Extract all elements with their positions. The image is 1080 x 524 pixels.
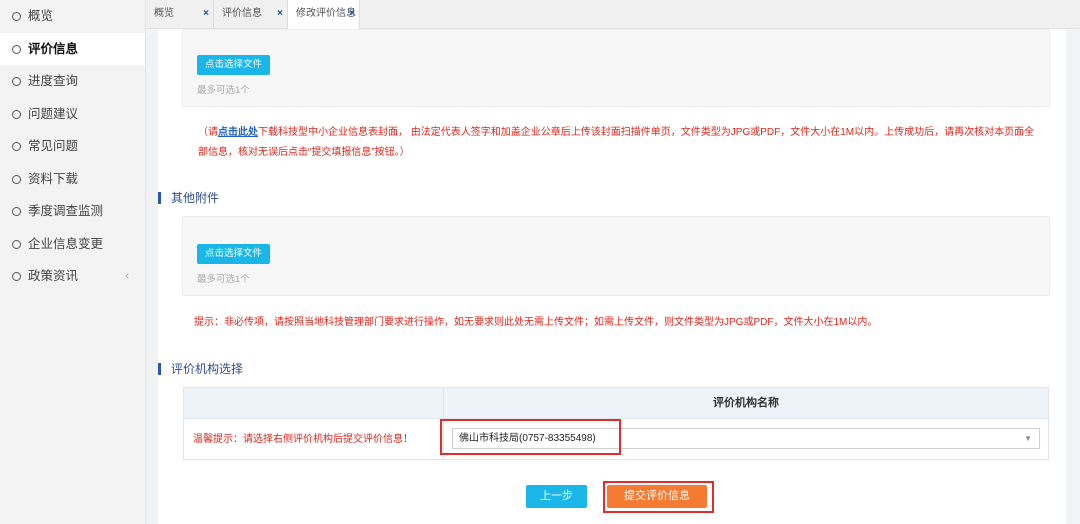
tab-label: 评价信息 <box>222 8 262 19</box>
tab-edit-evaluation-info[interactable]: 修改评价信息 × <box>288 0 360 29</box>
section-title-text: 评价机构选择 <box>171 362 244 376</box>
circle-icon <box>12 142 21 151</box>
circle-icon <box>12 272 21 281</box>
sidebar-item-quarterly-survey[interactable]: 季度调查监测 <box>0 195 145 228</box>
highlight-box-submit <box>603 481 714 513</box>
highlight-box-org-select <box>440 419 621 455</box>
close-icon[interactable]: × <box>203 0 209 28</box>
sidebar-item-faq[interactable]: 常见问题 <box>0 130 145 163</box>
tab-bar: 概览 × 评价信息 × 修改评价信息 × <box>146 0 1080 29</box>
sidebar-item-label: 概览 <box>28 9 54 23</box>
choose-file-button[interactable]: 点击选择文件 <box>197 55 271 75</box>
circle-icon <box>12 239 21 249</box>
tab-label: 修改评价信息 <box>296 8 356 19</box>
sidebar-item-label: 问题建议 <box>28 106 79 121</box>
cover-upload-note: （请点击此处下载科技型中小企业信息表封面， 由法定代表人签字和加盖企业公章后上传… <box>198 123 1050 163</box>
section-title-org-selection: 评价机构选择 <box>158 360 243 377</box>
sidebar-item-evaluation-info[interactable]: 评价信息 <box>0 32 145 65</box>
section-marker <box>158 363 161 375</box>
table-header-cell <box>184 388 444 419</box>
file-limit-hint: 最多可选1个 <box>197 274 250 285</box>
previous-step-button[interactable]: 上一步 <box>526 485 587 508</box>
other-attachments-upload-box: 点击选择文件 最多可选1个 <box>182 216 1050 296</box>
sidebar-item-feedback[interactable]: 问题建议 <box>0 98 145 131</box>
note-prefix: （请 <box>198 127 218 138</box>
sidebar-item-label: 评价信息 <box>28 41 79 56</box>
circle-icon <box>12 12 21 21</box>
sidebar-item-progress-query[interactable]: 进度查询 <box>0 65 145 98</box>
close-icon[interactable]: × <box>349 0 355 28</box>
circle-icon <box>12 174 21 184</box>
choose-file-button[interactable]: 点击选择文件 <box>197 244 271 264</box>
section-title-other-attachments: 其他附件 <box>158 189 219 206</box>
other-attachments-note: 提示：非必传项，请按照当地科技管理部门要求进行操作，如无要求则此处无需上传文件；… <box>194 317 878 328</box>
sidebar-item-overview[interactable]: 概览 <box>0 0 145 33</box>
circle-icon <box>12 109 21 119</box>
download-cover-link[interactable]: 点击此处 <box>218 127 258 138</box>
sidebar-item-label: 资料下载 <box>28 171 79 186</box>
circle-icon <box>12 44 21 54</box>
tab-overview[interactable]: 概览 × <box>146 0 214 29</box>
main-content: 点击选择文件 最多可选1个 （请点击此处下载科技型中小企业信息表封面， 由法定代… <box>158 29 1066 524</box>
sidebar-item-company-info-change[interactable]: 企业信息变更 <box>0 228 145 261</box>
note-text-line2: 部信息，核对无误后点击“提交填报信息”按钮。） <box>198 147 410 158</box>
sidebar-item-label: 常见问题 <box>28 139 79 153</box>
section-title-text: 其他附件 <box>171 191 220 205</box>
sidebar-item-policy-news[interactable]: 政策资讯 ‹ <box>0 260 145 293</box>
cover-upload-box: 点击选择文件 最多可选1个 <box>182 29 1050 107</box>
tab-evaluation-info[interactable]: 评价信息 × <box>214 0 288 29</box>
chevron-left-icon[interactable]: ‹ <box>125 260 129 293</box>
sidebar: 概览 评价信息 进度查询 问题建议 常见问题 资料下载 季度调查监测 企业信息变… <box>0 0 146 524</box>
close-icon[interactable]: × <box>277 0 283 28</box>
note-text: 下载科技型中小企业信息表封面， 由法定代表人签字和加盖企业公章后上传该封面扫描件… <box>258 127 1035 138</box>
circle-icon <box>12 207 21 216</box>
file-limit-hint: 最多可选1个 <box>197 85 250 96</box>
sidebar-item-label: 政策资讯 <box>28 269 79 283</box>
sidebar-item-label: 季度调查监测 <box>28 204 104 218</box>
org-selection-tip: 温馨提示：请选择右侧评价机构后提交评价信息！ <box>184 419 444 459</box>
sidebar-item-downloads[interactable]: 资料下载 <box>0 163 145 196</box>
sidebar-item-label: 企业信息变更 <box>28 236 104 251</box>
tab-label: 概览 <box>154 8 174 19</box>
circle-icon <box>12 77 21 86</box>
sidebar-item-label: 进度查询 <box>28 74 79 88</box>
section-marker <box>158 192 161 204</box>
table-header-org-name: 评价机构名称 <box>444 388 1048 419</box>
chevron-down-icon: ▼ <box>1024 434 1032 443</box>
